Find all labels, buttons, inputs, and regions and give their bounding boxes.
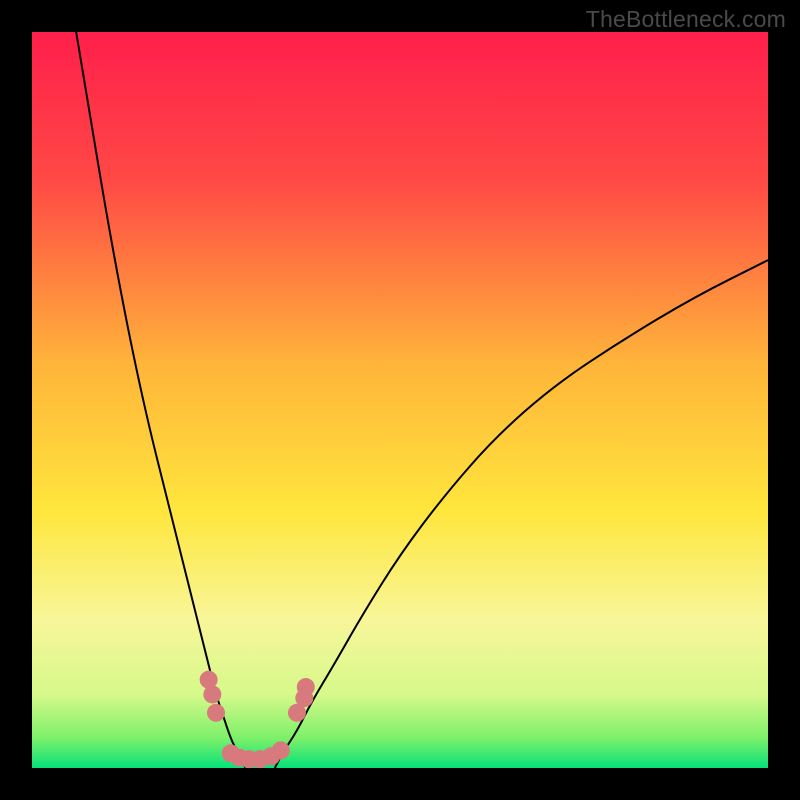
outer-frame: TheBottleneck.com xyxy=(0,0,800,800)
curve-left-branch xyxy=(76,32,245,768)
trough-markers xyxy=(200,671,315,768)
watermark-text: TheBottleneck.com xyxy=(586,6,786,33)
right-marker-3 xyxy=(297,678,315,696)
left-marker-3 xyxy=(207,704,225,722)
trough-6 xyxy=(272,741,290,759)
left-marker-2 xyxy=(203,685,221,703)
curve-right-branch xyxy=(275,260,768,768)
chart-svg xyxy=(32,32,768,768)
